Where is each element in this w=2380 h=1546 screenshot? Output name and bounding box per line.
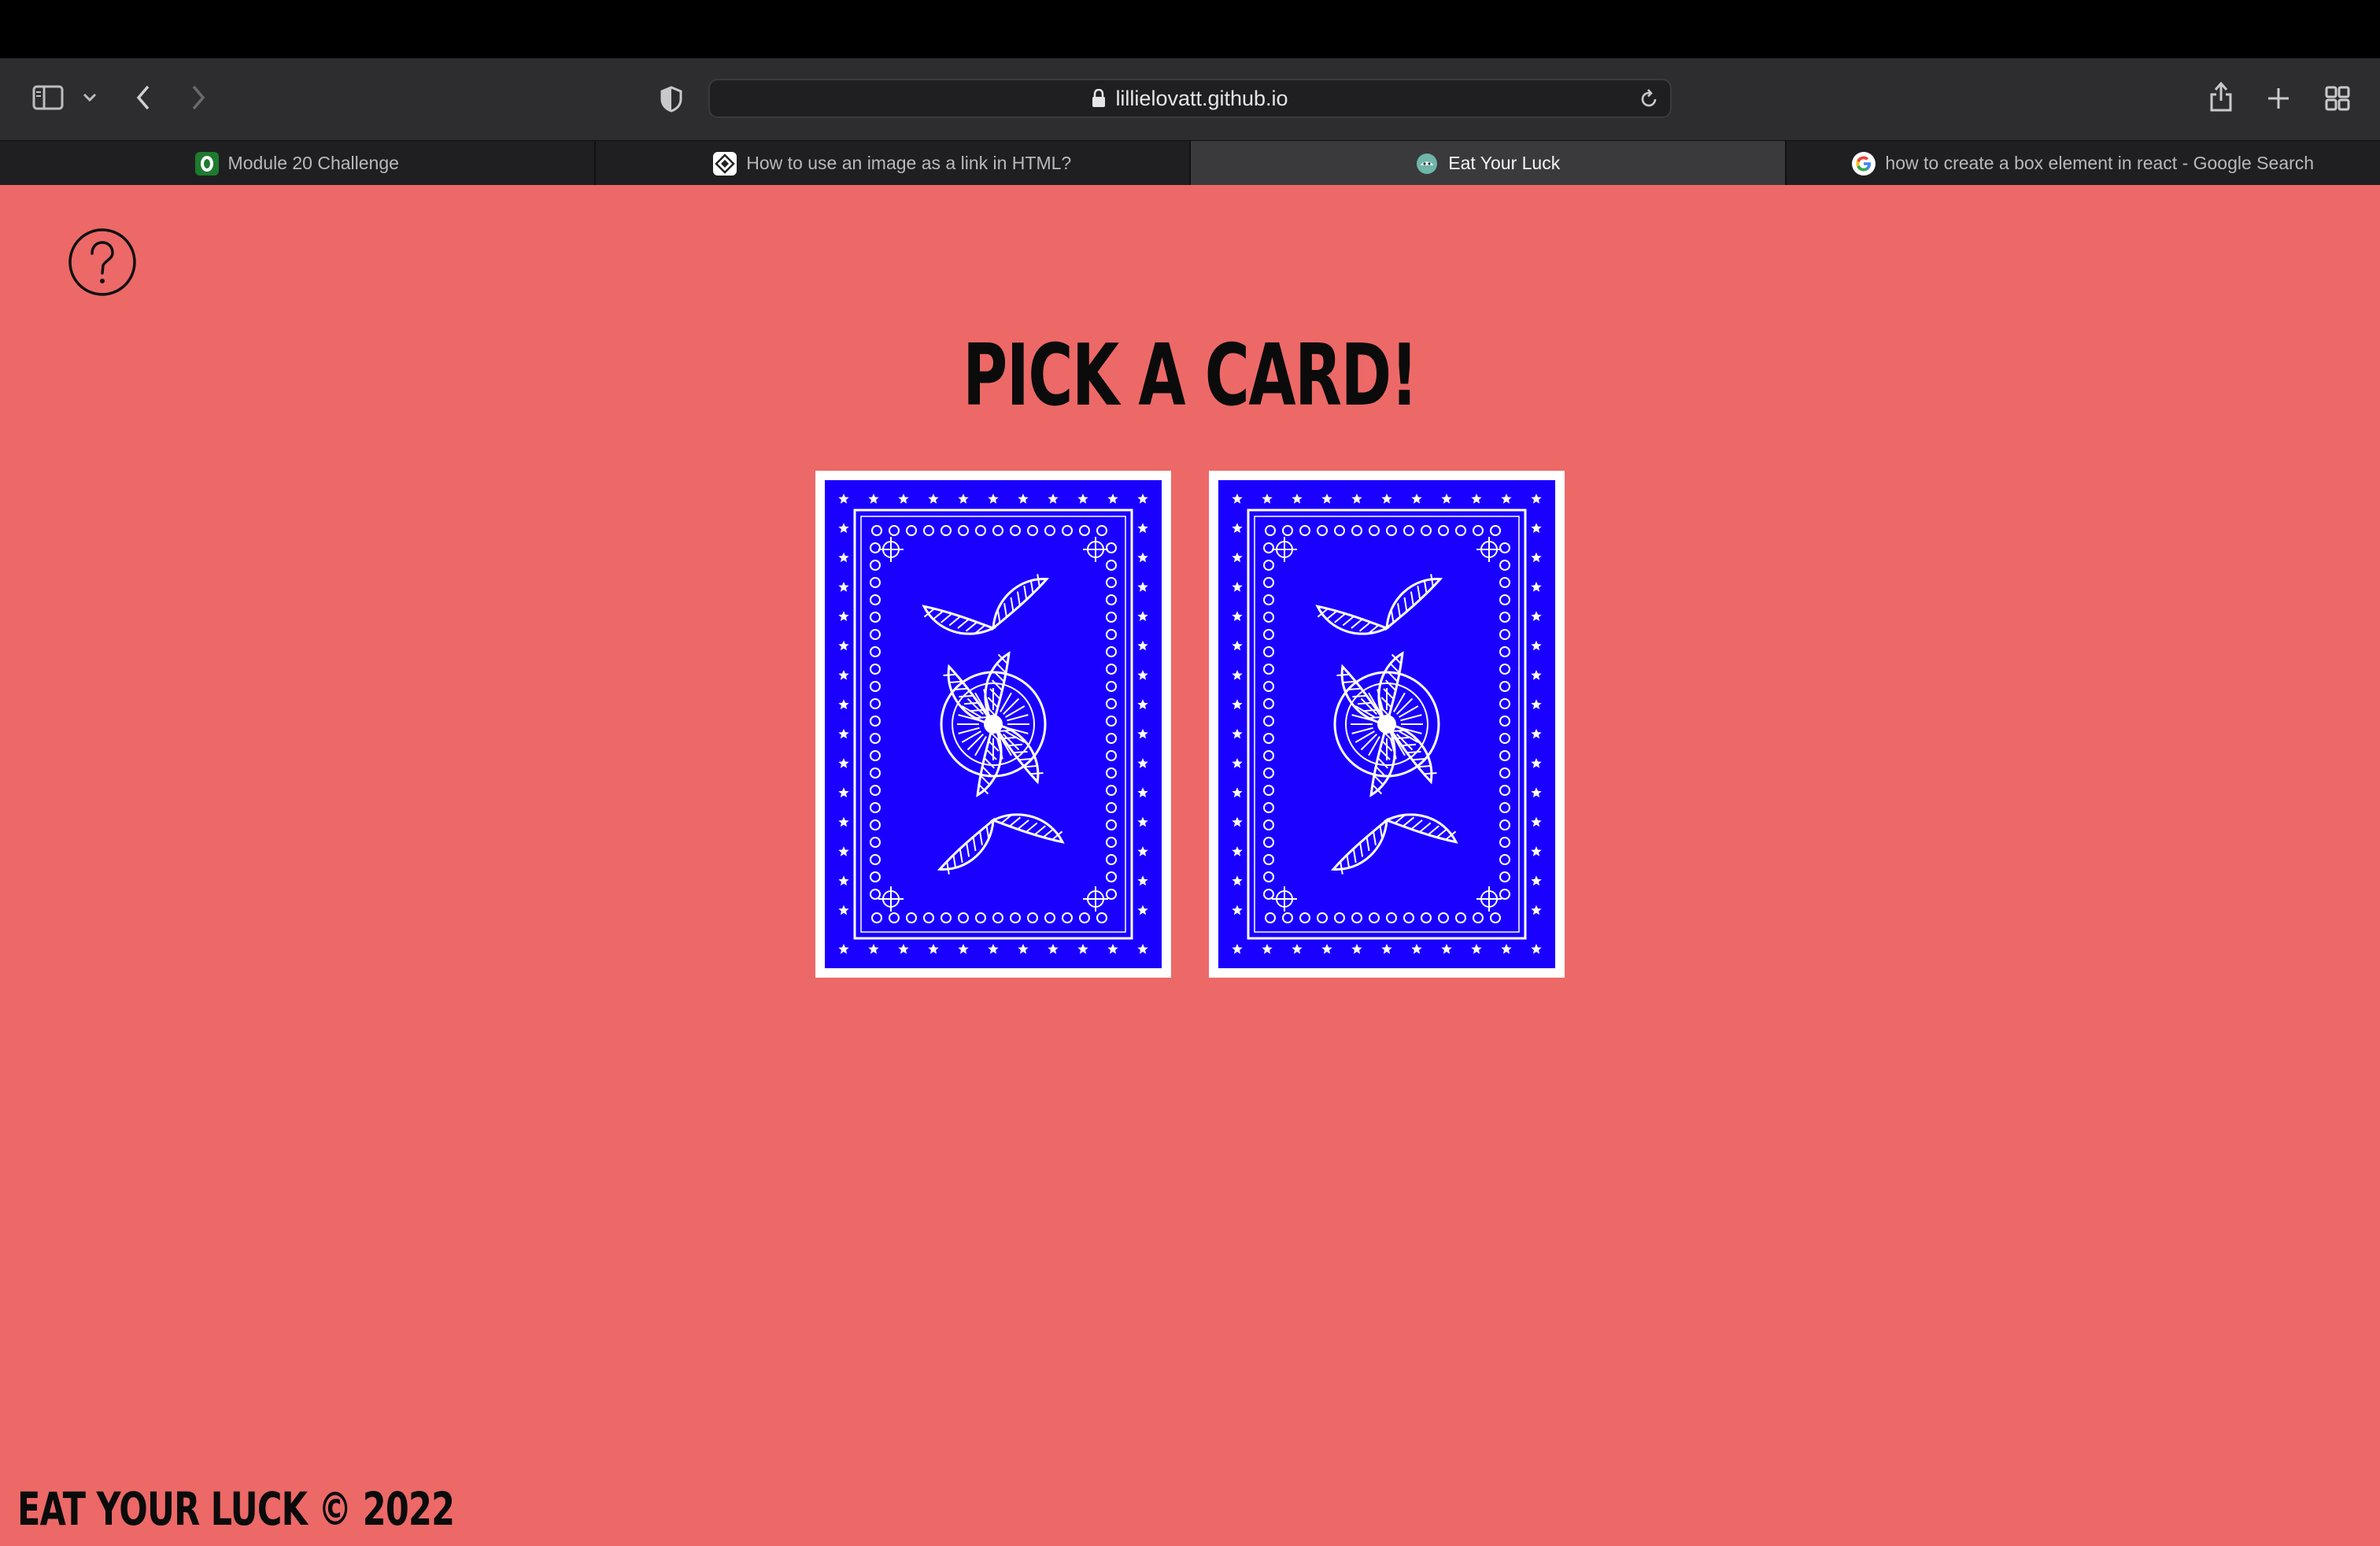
google-icon: [1852, 151, 1876, 176]
forward-icon[interactable]: [186, 83, 211, 112]
back-icon[interactable]: [131, 83, 156, 112]
card-row: [0, 471, 2380, 978]
tab-label: how to create a box element in react - G…: [1885, 153, 2315, 173]
lock-icon: [1092, 89, 1106, 108]
tab-bar: Module 20 Challenge How to use an image …: [0, 140, 2380, 186]
tab-label: How to use an image as a link in HTML?: [746, 153, 1072, 173]
tab-label: Eat Your Luck: [1448, 153, 1561, 173]
sidebar-icon[interactable]: [30, 82, 66, 113]
shield-icon[interactable]: [658, 85, 685, 113]
card-back-right[interactable]: [1209, 471, 1565, 978]
card-back-left[interactable]: [815, 471, 1171, 978]
new-tab-icon[interactable]: [2264, 83, 2293, 113]
reload-icon[interactable]: [1639, 88, 1659, 114]
page-title: PICK A CARD!: [963, 327, 1418, 425]
system-menu-bar: [0, 0, 2380, 58]
card-pattern: [1218, 480, 1555, 968]
tab-eat-your-luck[interactable]: Eat Your Luck: [1191, 141, 1787, 186]
footer-copyright: EAT YOUR LUCK © 2022: [17, 1482, 455, 1536]
chevron-down-icon[interactable]: [79, 88, 101, 107]
code-diamond-icon: [713, 151, 737, 176]
o-logo-icon: [194, 151, 219, 176]
site-icon: [1415, 152, 1439, 176]
tab-overview-icon[interactable]: [2322, 83, 2353, 113]
card-pattern: [825, 480, 1162, 968]
tab-label: Module 20 Challenge: [227, 153, 399, 173]
tab-image-link-html[interactable]: How to use an image as a link in HTML?: [596, 141, 1191, 186]
page-content: PICK A CARD! EAT YOUR LUCK © 2022: [0, 185, 2380, 1546]
question-circle-icon[interactable]: [68, 227, 137, 297]
url-text: lillielovatt.github.io: [1115, 86, 1288, 110]
share-icon[interactable]: [2205, 79, 2237, 115]
tab-google-search[interactable]: how to create a box element in react - G…: [1787, 141, 2380, 186]
tab-module-20-challenge[interactable]: Module 20 Challenge: [0, 141, 596, 186]
address-bar[interactable]: lillielovatt.github.io: [708, 79, 1672, 118]
